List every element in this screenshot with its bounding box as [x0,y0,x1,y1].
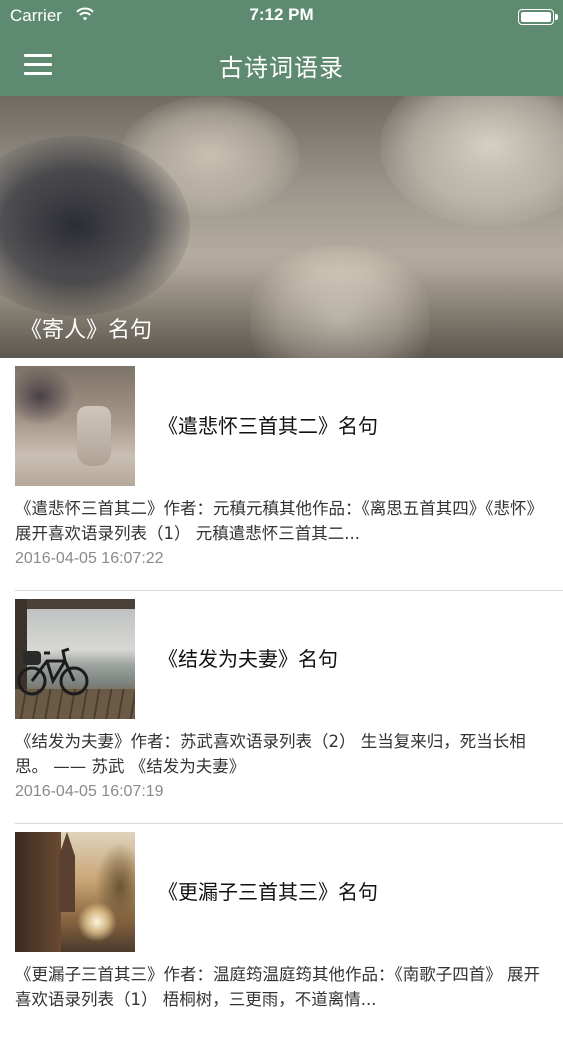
thumbnail-image [15,366,135,486]
item-title: 《结发为夫妻》名句 [158,647,338,671]
featured-banner[interactable]: 《寄人》名句 [0,96,563,358]
thumbnail-image [15,832,135,952]
item-title: 《更漏子三首其三》名句 [158,880,378,904]
item-excerpt: 《结发为夫妻》作者：苏武喜欢语录列表（2） 生当复来归，死当长相思。 —— 苏武… [15,732,526,776]
page-title: 古诗词语录 [219,54,344,82]
item-excerpt: 《遣悲怀三首其二》作者：元稹元稹其他作品：《离思五首其四》《悲怀》 展开喜欢语录… [15,499,543,543]
clock: 7:12 PM [249,5,314,24]
nav-bar: 古诗词语录 [0,32,563,96]
bicycle-icon [17,647,89,696]
status-bar: Carrier 7:12 PM [0,0,563,32]
battery-tip [555,14,558,20]
quote-list: 《遣悲怀三首其二》名句 《遣悲怀三首其二》作者：元稹元稹其他作品：《离思五首其四… [0,358,563,1057]
item-title: 《遣悲怀三首其二》名句 [158,414,378,438]
item-date: 2016-04-05 16:07:19 [15,783,164,800]
item-excerpt: 《更漏子三首其三》作者：温庭筠温庭筠其他作品：《南歌子四首》 展开喜欢语录列表（… [15,965,540,1009]
list-item[interactable]: 《遣悲怀三首其二》名句 《遣悲怀三首其二》作者：元稹元稹其他作品：《离思五首其四… [0,358,563,591]
battery-icon [518,9,554,25]
banner-caption: 《寄人》名句 [20,318,153,343]
list-item[interactable]: 《更漏子三首其三》名句 《更漏子三首其三》作者：温庭筠温庭筠其他作品：《南歌子四… [0,824,563,1057]
list-item[interactable]: 《结发为夫妻》名句 《结发为夫妻》作者：苏武喜欢语录列表（2） 生当复来归，死当… [0,591,563,824]
item-date: 2016-04-05 16:07:22 [15,550,164,567]
thumbnail-image [15,599,135,719]
